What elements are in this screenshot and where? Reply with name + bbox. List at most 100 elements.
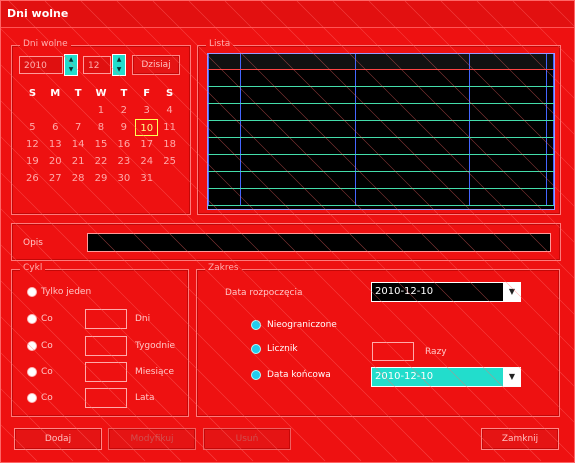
end-date-combo[interactable]: 2010-12-10 ▼: [371, 367, 521, 387]
counter-radio[interactable]: [251, 344, 261, 354]
calendar-day[interactable]: 27: [44, 170, 67, 187]
counter-input[interactable]: [372, 342, 414, 361]
list-column-header[interactable]: [240, 54, 356, 70]
end-date-label: Data końcowa: [267, 370, 331, 380]
list-column-header[interactable]: [354, 54, 471, 70]
list-cell: [469, 69, 547, 87]
calendar-day[interactable]: 23: [112, 153, 135, 170]
end-date-radio[interactable]: [251, 370, 261, 380]
cycle-radio[interactable]: [27, 314, 37, 324]
modify-button[interactable]: Modyfikuj: [108, 428, 196, 450]
calendar-day[interactable]: 9: [112, 119, 135, 136]
chevron-down-icon[interactable]: ▼: [503, 368, 520, 386]
list-cell: [207, 69, 242, 87]
calendar-day[interactable]: 17: [135, 136, 158, 153]
calendar-day[interactable]: 24: [135, 153, 158, 170]
month-down-icon[interactable]: ▼: [113, 65, 125, 75]
calendar-day[interactable]: 13: [44, 136, 67, 153]
weekday-header: S: [28, 88, 37, 99]
year-field[interactable]: 2010: [19, 56, 63, 74]
calendar-day[interactable]: 29: [90, 170, 113, 187]
cycle-radio[interactable]: [27, 367, 37, 377]
counter-label: Licznik: [267, 344, 298, 354]
list-column-header[interactable]: [546, 54, 554, 70]
list-row[interactable]: [207, 188, 554, 206]
list-row[interactable]: [207, 171, 554, 189]
calendar-day[interactable]: 1: [90, 102, 113, 119]
calendar-day[interactable]: 2: [112, 102, 135, 119]
chevron-down-icon[interactable]: ▼: [503, 283, 520, 301]
list-cell: [469, 86, 547, 104]
calendar-day[interactable]: 31: [135, 170, 158, 187]
list-cell: [469, 120, 547, 138]
cycle-radio[interactable]: [27, 341, 37, 351]
calendar-day[interactable]: 19: [21, 153, 44, 170]
weekday-header: T: [74, 88, 82, 99]
description-input[interactable]: [87, 233, 551, 252]
calendar-day[interactable]: 5: [21, 119, 44, 136]
cycle-radio[interactable]: [27, 393, 37, 403]
holiday-list[interactable]: [207, 53, 555, 210]
start-date-label: Data rozpoczęcia: [225, 288, 303, 298]
calendar-day[interactable]: 25: [158, 153, 181, 170]
delete-button[interactable]: Usuń: [203, 428, 291, 450]
cycle-radio[interactable]: [27, 287, 37, 297]
cycle-interval-input[interactable]: [85, 309, 127, 329]
month-field[interactable]: 12: [83, 56, 111, 74]
year-up-icon[interactable]: ▲: [65, 55, 77, 65]
cycle-interval-input[interactable]: [85, 336, 127, 356]
calendar-day[interactable]: 6: [44, 119, 67, 136]
unlimited-radio[interactable]: [251, 320, 261, 330]
list-cell: [354, 137, 471, 155]
cycle-interval-input[interactable]: [85, 388, 127, 408]
calendar-day[interactable]: 12: [21, 136, 44, 153]
calendar-day: [44, 102, 67, 119]
description-label: Opis: [23, 238, 43, 248]
calendar-day[interactable]: 7: [67, 119, 90, 136]
list-column-header[interactable]: [207, 54, 242, 70]
list-column-header[interactable]: [469, 54, 547, 70]
cycle-interval-input[interactable]: [85, 362, 127, 382]
year-down-icon[interactable]: ▼: [65, 65, 77, 75]
list-row[interactable]: [207, 137, 554, 155]
calendar-day[interactable]: 10: [135, 119, 159, 136]
list-cell: [240, 171, 356, 189]
today-button[interactable]: Dzisiaj: [132, 55, 180, 75]
weekday-header: M: [50, 88, 61, 99]
start-date-combo[interactable]: 2010-12-10 ▼: [371, 282, 521, 302]
list-row[interactable]: [207, 120, 554, 138]
calendar-day[interactable]: 15: [90, 136, 113, 153]
calendar-day[interactable]: 16: [112, 136, 135, 153]
list-cell: [546, 69, 554, 87]
weekday-header: W: [95, 88, 107, 99]
calendar-day[interactable]: 22: [90, 153, 113, 170]
calendar-day[interactable]: 18: [158, 136, 181, 153]
calendar-day[interactable]: 14: [67, 136, 90, 153]
list-row[interactable]: [207, 103, 554, 121]
calendar-grid[interactable]: S M T W T F S 1 2 3 4 5 6 7 8 9 10 11 12 13 14 15 16 17 18 19 20 21…: [21, 85, 181, 209]
calendar-day[interactable]: 8: [90, 119, 113, 136]
add-button[interactable]: Dodaj: [14, 428, 102, 450]
calendar-day[interactable]: 21: [67, 153, 90, 170]
calendar-day[interactable]: 28: [67, 170, 90, 187]
close-button[interactable]: Zamknij: [481, 428, 559, 450]
calendar-day[interactable]: 11: [158, 119, 181, 136]
year-spinner[interactable]: ▲ ▼: [64, 54, 78, 76]
cycle-unit-label: Dni: [135, 314, 151, 324]
calendar-day[interactable]: 20: [44, 153, 67, 170]
calendar-day[interactable]: 30: [112, 170, 135, 187]
month-spinner[interactable]: ▲ ▼: [112, 54, 126, 76]
title-bar[interactable]: Dni wolne: [1, 1, 574, 28]
calendar-day[interactable]: 3: [135, 102, 158, 119]
month-up-icon[interactable]: ▲: [113, 55, 125, 65]
weekday-header: F: [143, 88, 151, 99]
list-row[interactable]: [207, 69, 554, 87]
list-row[interactable]: [207, 154, 554, 172]
list-row[interactable]: [207, 86, 554, 104]
list-cell: [469, 154, 547, 172]
list-cell: [546, 171, 554, 189]
calendar-day[interactable]: 4: [158, 102, 181, 119]
calendar-day[interactable]: 26: [21, 170, 44, 187]
calendar-day: [158, 170, 181, 187]
list-cell: [546, 137, 554, 155]
